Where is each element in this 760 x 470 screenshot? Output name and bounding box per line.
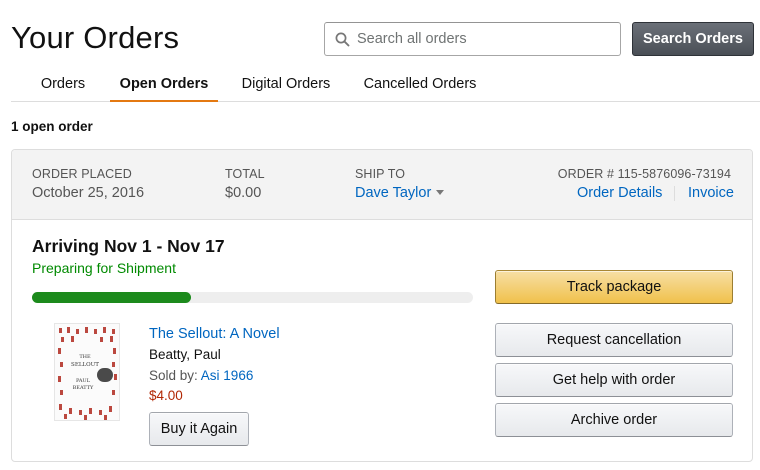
open-order-count: 1 open order (11, 119, 93, 134)
track-package-button[interactable]: Track package (495, 270, 733, 304)
archive-order-button[interactable]: Archive order (495, 403, 733, 437)
search-input[interactable] (357, 23, 612, 55)
request-cancellation-button[interactable]: Request cancellation (495, 323, 733, 357)
order-total-value: $0.00 (225, 185, 262, 201)
item-seller: Sold by: Asi 1966 (149, 368, 253, 383)
search-orders-button[interactable]: Search Orders (632, 22, 754, 56)
book-cover-art: THE SELLOUT PAUL BEATTY (55, 324, 119, 420)
link-divider (674, 186, 675, 201)
cover-text-paul: PAUL (76, 378, 91, 384)
order-placed-date: October 25, 2016 (32, 185, 145, 201)
search-icon (335, 32, 350, 47)
book-cover-image[interactable]: THE SELLOUT PAUL BEATTY (54, 323, 120, 421)
get-help-button[interactable]: Get help with order (495, 363, 733, 397)
ship-to-name: Dave Taylor (355, 185, 432, 201)
ship-to-dropdown[interactable]: Dave Taylor (355, 185, 445, 201)
buy-it-again-button[interactable]: Buy it Again (149, 412, 249, 446)
cover-text-the: THE (79, 354, 91, 360)
shipment-progress-bar (32, 292, 473, 303)
tab-orders[interactable]: Orders (25, 68, 101, 102)
ship-to-label: SHIP TO (355, 167, 406, 181)
item-author: Beatty, Paul (149, 347, 221, 362)
order-details-link[interactable]: Order Details (577, 185, 662, 201)
order-header: ORDER PLACED October 25, 2016 TOTAL $0.0… (12, 150, 752, 220)
seller-link[interactable]: Asi 1966 (201, 368, 254, 383)
cover-text-beatty: BEATTY (73, 385, 94, 391)
order-card: ORDER PLACED October 25, 2016 TOTAL $0.0… (11, 149, 753, 462)
sold-by-label: Sold by: (149, 368, 201, 383)
shipment-status: Preparing for Shipment (32, 260, 176, 276)
tab-cancelled-orders[interactable]: Cancelled Orders (356, 68, 484, 102)
caret-down-icon (436, 189, 445, 195)
order-total-label: TOTAL (225, 167, 265, 181)
cover-text-sellout: SELLOUT (71, 362, 99, 368)
item-title-link[interactable]: The Sellout: A Novel (149, 326, 280, 342)
search-box[interactable] (324, 22, 621, 56)
order-tabs: Orders Open Orders Digital Orders Cancel… (11, 68, 760, 102)
order-number: ORDER # 115-5876096-73194 (557, 167, 731, 181)
delivery-estimate: Arriving Nov 1 - Nov 17 (32, 236, 225, 256)
invoice-link[interactable]: Invoice (688, 185, 734, 201)
item-price: $4.00 (149, 388, 183, 403)
shipment-progress-fill (32, 292, 191, 303)
tab-digital-orders[interactable]: Digital Orders (235, 68, 337, 102)
tab-open-orders[interactable]: Open Orders (110, 68, 218, 102)
page-title: Your Orders (11, 20, 180, 55)
order-placed-label: ORDER PLACED (32, 167, 132, 181)
